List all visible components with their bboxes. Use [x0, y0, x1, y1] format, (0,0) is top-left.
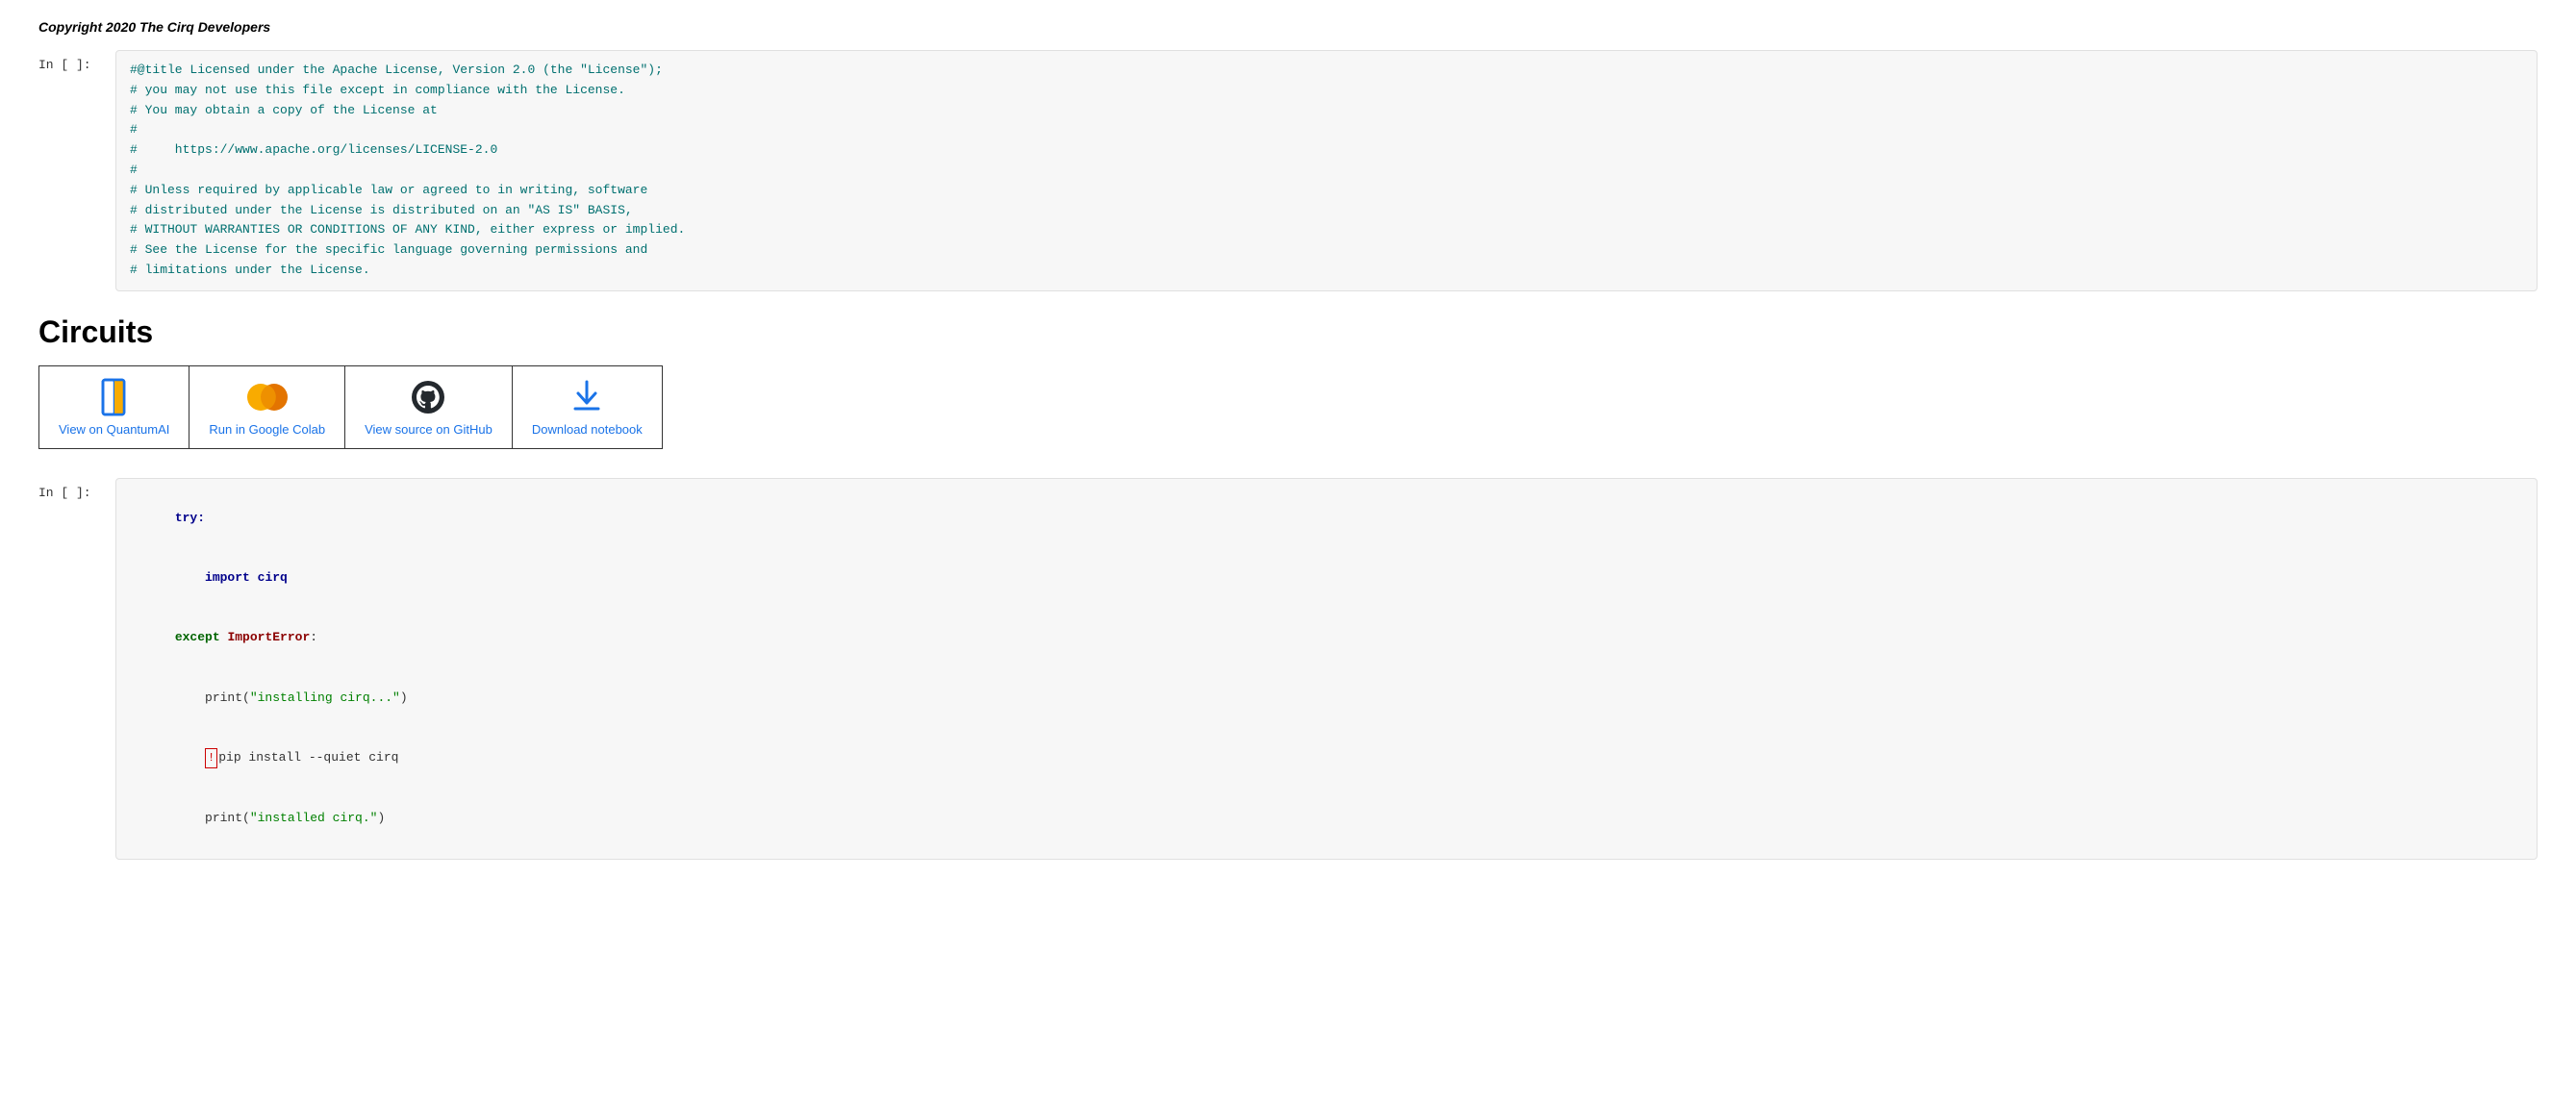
import-cell: In [ ]: try: import cirq except ImportEr…	[38, 478, 2538, 860]
section-title-circuits: Circuits	[38, 314, 2538, 350]
code-print1: print("installing cirq...")	[130, 668, 2523, 728]
code-line-6: #	[130, 161, 2523, 181]
view-quantumai-button[interactable]: View on QuantumAI	[39, 366, 189, 448]
code-line-1: #@title Licensed under the Apache Licens…	[130, 61, 2523, 81]
cell-label-import: In [ ]:	[38, 478, 115, 500]
download-icon	[572, 378, 601, 416]
code-import: import cirq	[130, 548, 2523, 608]
run-colab-button[interactable]: Run in Google Colab	[189, 366, 345, 448]
code-print2: print("installed cirq.")	[130, 789, 2523, 848]
bang-icon: !	[205, 748, 217, 768]
quantumai-label: View on QuantumAI	[59, 422, 169, 437]
quantumai-icon	[99, 378, 130, 416]
download-label: Download notebook	[532, 422, 643, 437]
colab-icon	[243, 378, 291, 416]
notebook-buttons: View on QuantumAI Run in Google Colab Vi…	[38, 365, 663, 449]
license-code-block: #@title Licensed under the Apache Licens…	[115, 50, 2538, 291]
code-pip: !pip install --quiet cirq	[130, 728, 2523, 789]
code-line-3: # You may obtain a copy of the License a…	[130, 101, 2523, 121]
code-line-10: # See the License for the specific langu…	[130, 240, 2523, 261]
github-label: View source on GitHub	[365, 422, 492, 437]
code-except: except ImportError:	[130, 609, 2523, 668]
colab-label: Run in Google Colab	[209, 422, 325, 437]
cell-label-license: In [ ]:	[38, 50, 115, 72]
code-line-5: # https://www.apache.org/licenses/LICENS…	[130, 140, 2523, 161]
download-notebook-button[interactable]: Download notebook	[513, 366, 662, 448]
copyright-text: Copyright 2020 The Cirq Developers	[38, 19, 2538, 35]
code-try: try:	[130, 489, 2523, 548]
import-code-block: try: import cirq except ImportError: pri…	[115, 478, 2538, 860]
github-icon	[411, 378, 445, 416]
code-line-4: #	[130, 120, 2523, 140]
code-line-9: # WITHOUT WARRANTIES OR CONDITIONS OF AN…	[130, 220, 2523, 240]
license-cell: In [ ]: #@title Licensed under the Apach…	[38, 50, 2538, 291]
code-line-7: # Unless required by applicable law or a…	[130, 181, 2523, 201]
code-line-8: # distributed under the License is distr…	[130, 201, 2523, 221]
code-line-11: # limitations under the License.	[130, 261, 2523, 281]
view-github-button[interactable]: View source on GitHub	[345, 366, 513, 448]
code-line-2: # you may not use this file except in co…	[130, 81, 2523, 101]
